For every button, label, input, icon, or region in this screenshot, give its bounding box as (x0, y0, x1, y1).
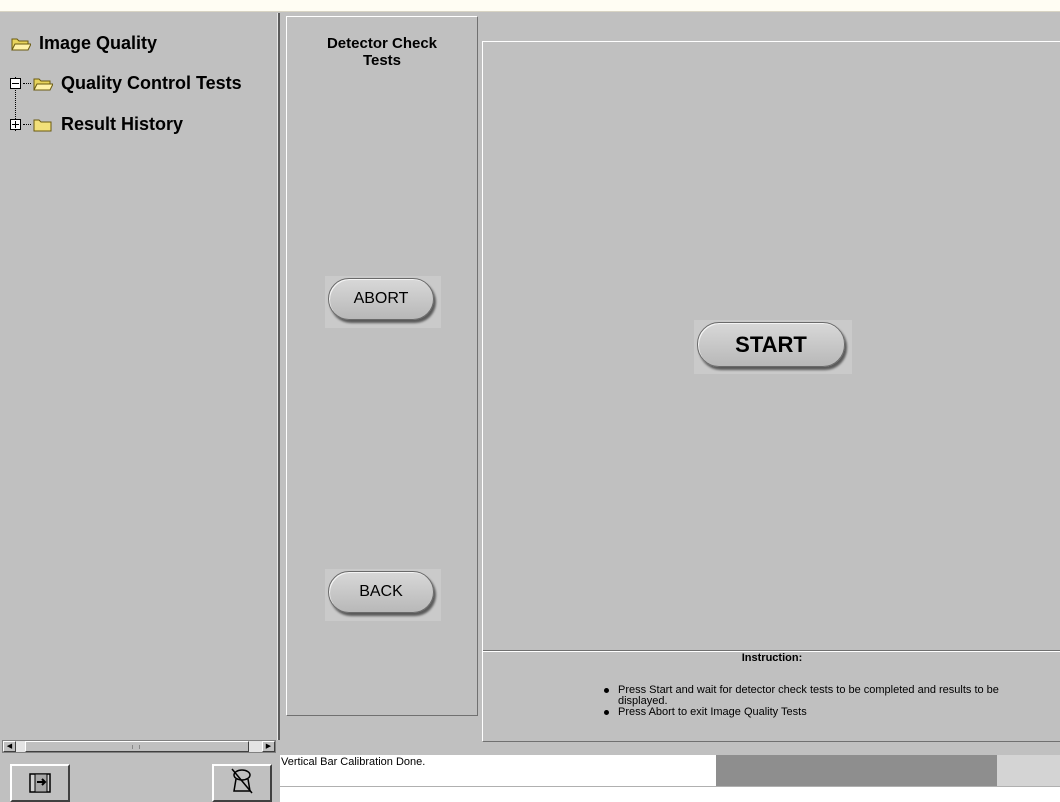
status-bar: Vertical Bar Calibration Done. (280, 755, 1060, 802)
panel-title-line1: Detector Check (326, 35, 438, 52)
tree-item-quality-control-tests[interactable]: Quality Control Tests (10, 69, 242, 97)
abort-button[interactable]: ABORT (328, 278, 434, 320)
status-indicator (997, 755, 1060, 787)
back-button-frame: BACK (325, 569, 441, 621)
start-button-frame: START (694, 320, 852, 374)
abort-button-label: ABORT (353, 290, 409, 307)
open-folder-icon (33, 76, 53, 91)
navigation-tree: Image Quality Quality Control Tests Resu… (0, 13, 280, 740)
tree-item-result-history[interactable]: Result History (10, 110, 183, 138)
scroll-left-icon[interactable]: ◀ (3, 741, 16, 752)
back-button-label: BACK (359, 583, 403, 600)
main-content-area: START Instruction: Press Start and wait … (482, 41, 1060, 742)
abort-button-frame: ABORT (325, 276, 441, 328)
instruction-item: Press Start and wait for detector check … (601, 685, 1051, 707)
tree-connector (23, 123, 31, 125)
tree-item-label: Image Quality (39, 32, 158, 53)
instruction-title: Instruction: (741, 652, 803, 664)
detector-off-icon (227, 767, 257, 800)
panel-title: Detector Check Tests (287, 35, 477, 69)
tree-connector (23, 82, 31, 84)
status-message: Vertical Bar Calibration Done. (281, 756, 426, 768)
open-folder-icon (11, 36, 31, 51)
instruction-item: Press Abort to exit Image Quality Tests (601, 707, 1051, 718)
tree-item-label: Result History (61, 113, 184, 134)
panel-title-line2: Tests (362, 52, 402, 69)
start-button-label: START (735, 331, 807, 357)
expand-icon[interactable] (10, 118, 21, 130)
detector-button[interactable] (212, 764, 272, 802)
exit-door-icon (25, 768, 55, 799)
collapse-icon[interactable] (10, 77, 21, 89)
scrollbar-thumb[interactable] (25, 741, 249, 752)
scroll-right-icon[interactable]: ▶ (262, 741, 275, 752)
exit-button[interactable] (10, 764, 70, 802)
horizontal-scrollbar[interactable]: ◀ ▶ (2, 740, 276, 753)
top-strip (0, 0, 1060, 12)
tree-item-image-quality[interactable]: Image Quality (11, 29, 157, 57)
tree-item-label: Quality Control Tests (61, 72, 242, 93)
start-button[interactable]: START (697, 322, 845, 367)
instruction-list: Press Start and wait for detector check … (601, 685, 1051, 718)
status-divider (280, 786, 1060, 787)
status-progress-area (716, 755, 997, 787)
closed-folder-icon (33, 117, 53, 132)
detector-check-panel: Detector Check Tests ABORT BACK (286, 16, 478, 716)
back-button[interactable]: BACK (328, 571, 434, 613)
